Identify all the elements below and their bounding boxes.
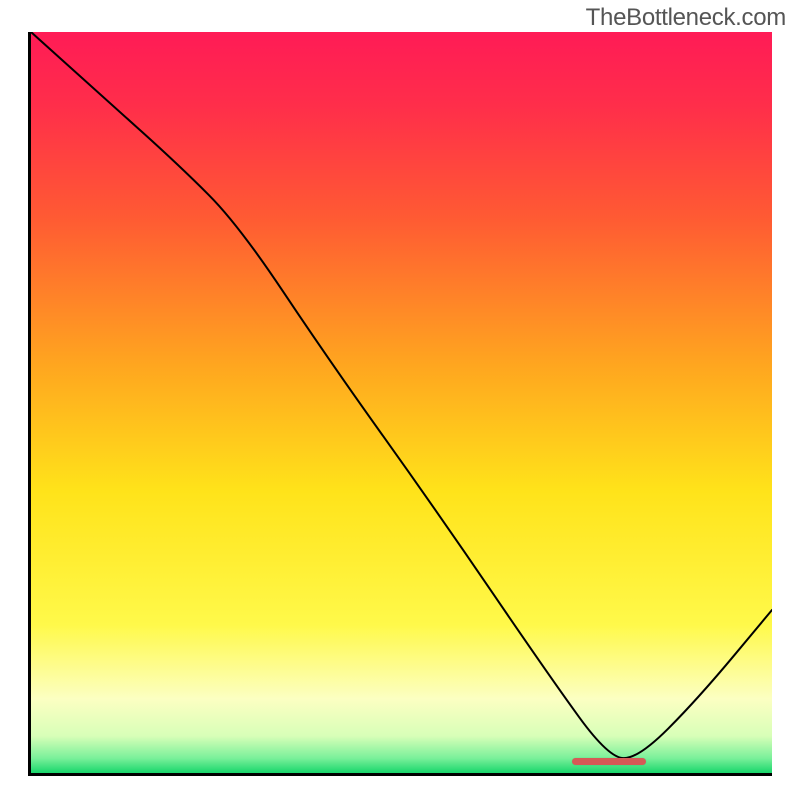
plot-area	[31, 32, 772, 773]
gradient-background	[31, 32, 772, 773]
plot-svg	[31, 32, 772, 773]
watermark-text: TheBottleneck.com	[586, 4, 786, 32]
plot-frame	[28, 32, 772, 776]
optimal-marker	[572, 758, 646, 765]
chart-container: TheBottleneck.com	[0, 0, 800, 800]
